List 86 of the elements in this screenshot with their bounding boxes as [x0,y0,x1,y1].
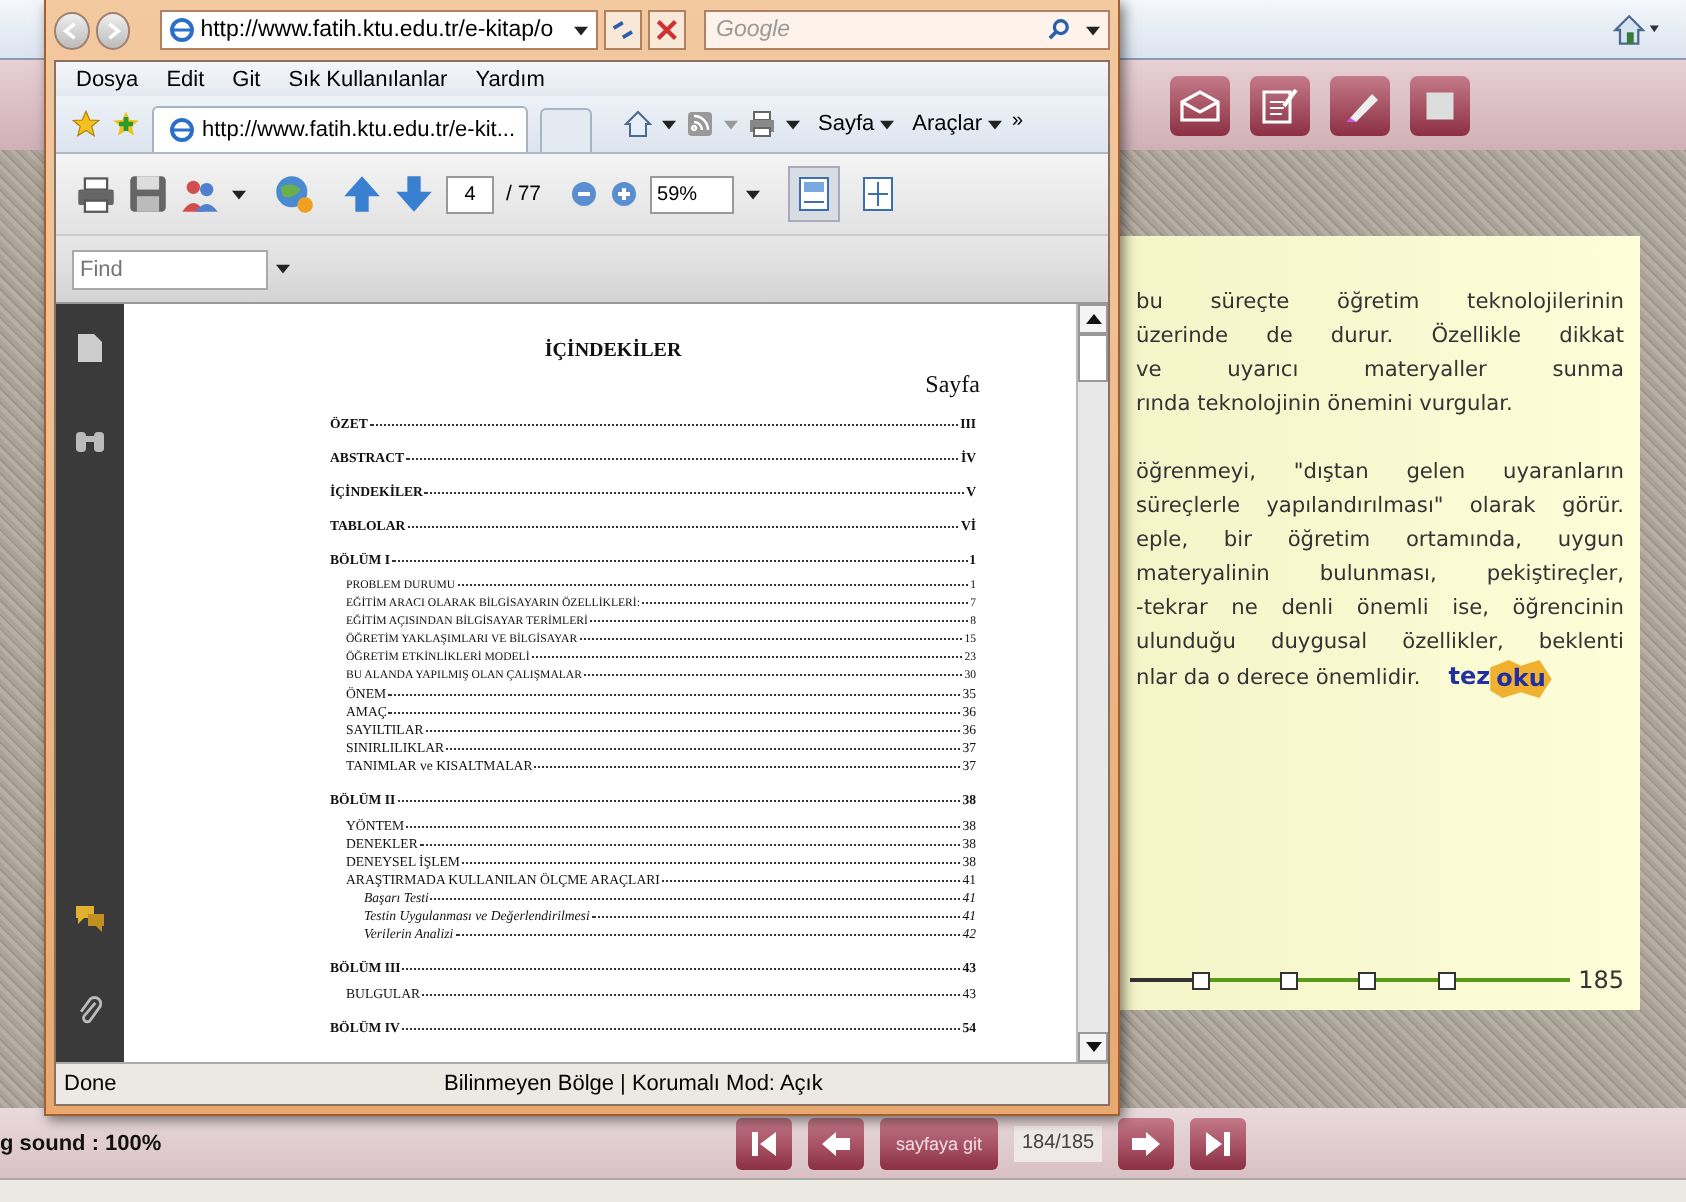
text-line: ve uyarıcı materyaller sunma [1136,356,1624,386]
fit-width-button[interactable] [787,166,840,222]
page-number-field[interactable]: 4 [446,175,494,213]
paperclip-icon[interactable] [74,994,106,1026]
first-page-icon [748,1127,780,1159]
save-icon[interactable] [128,174,168,214]
last-page-button[interactable] [1190,1117,1247,1169]
highlighter-button[interactable] [1330,75,1390,135]
note-icon [1260,87,1300,123]
page-icon[interactable] [74,332,106,364]
refresh-icon [610,16,637,44]
up-arrow-icon[interactable] [342,174,382,214]
scroll-up-icon[interactable] [1085,314,1101,324]
menu-item[interactable]: Yardım [475,67,545,91]
text-line: öğrenmeyi, "dıştan gelen uyaranların [1136,458,1624,488]
caret-icon[interactable] [1086,26,1100,36]
scrollbar[interactable] [1076,304,1108,1062]
home-icon[interactable] [1610,13,1662,45]
scroll-down-icon[interactable] [1085,1042,1101,1052]
menu-item[interactable]: Dosya [76,67,139,91]
command-menu[interactable]: Sayfa [818,112,895,136]
toc-title: İÇİNDEKİLER [542,340,684,362]
envelope-button[interactable] [1170,75,1230,135]
zoom-out-icon[interactable] [569,180,598,208]
note-button[interactable] [1250,75,1310,135]
caret-icon[interactable] [745,189,760,199]
caret-icon[interactable] [786,119,800,129]
command-menu[interactable]: Araçlar [912,112,1002,136]
text-line: süreçlerle yapılandırılması" olarak görür. [1136,492,1624,522]
sound-label: g sound : 100% [0,1132,162,1156]
zoom-field[interactable]: 59% [649,175,734,213]
page-count: / 77 [506,182,542,206]
stop-button[interactable] [648,10,686,50]
back-button[interactable] [54,11,90,49]
browser-tab[interactable]: http://www.fatih.ktu.edu.tr/e-kit... [152,106,528,152]
print-icon[interactable] [748,110,776,138]
go-to-page-button[interactable]: sayfaya git [880,1117,999,1169]
last-page-icon [1202,1127,1235,1159]
caret-icon[interactable] [276,264,290,274]
menu-item[interactable]: Sık Kullanılanlar [288,67,448,91]
next-page-button[interactable] [1118,1117,1175,1169]
first-page-button[interactable] [736,1117,792,1169]
fit-width-icon [797,176,830,212]
menu-item[interactable]: Git [232,67,261,91]
down-arrow-icon[interactable] [394,174,434,214]
caret-icon[interactable] [232,189,246,199]
page-field[interactable]: 184/185 [1014,1125,1103,1161]
envelope-icon [1180,87,1220,123]
add-favorite-icon[interactable] [112,110,140,138]
caret-icon [880,119,895,129]
search-field[interactable]: Google [704,10,1110,50]
security-zone-text: Bilinmeyen Bölge | Korumalı Mod: Açık [444,1072,823,1096]
find-field[interactable]: Find [72,249,268,289]
star-icon[interactable] [72,110,100,138]
zoom-in-icon[interactable] [609,180,638,208]
forward-button[interactable] [95,11,131,49]
arrow-left-icon [820,1127,852,1159]
feed-icon[interactable] [686,110,714,138]
text-line: üzerinde de durur. Özellikle dikkat [1136,320,1624,352]
comments-icon[interactable] [74,902,106,934]
more-button[interactable]: » [1011,110,1024,132]
text-line: -tekrar ne denli önemli ise, öğrencinin [1136,594,1624,624]
close-icon [654,16,680,44]
print-icon[interactable] [76,174,116,214]
text-line: bu süreçte öğretim teknolojilerinin [1136,288,1624,318]
caret-icon[interactable] [662,119,676,129]
address-field[interactable]: http://www.fatih.ktu.edu.tr/e-kitap/o [160,10,599,50]
page-number: 185 [1578,966,1624,994]
fit-page-icon [861,176,894,212]
menu-item[interactable]: Edit [166,67,205,91]
text-line: rında teknolojinin önemini vurgular. [1136,390,1513,420]
text-line: eple, bir öğretim ortamında, uygun [1136,526,1624,556]
refresh-button[interactable] [604,10,643,50]
text-line: nlar da o derece önemlidir. [1136,664,1421,694]
page-column-heading: Sayfa [923,370,980,400]
arrow-right-icon [1130,1127,1163,1159]
square-button[interactable] [1410,75,1470,135]
status-text: Done [64,1072,119,1096]
home-icon[interactable] [624,110,652,138]
text-line: ulunduğu duygusal özellikler, beklenti [1136,628,1624,658]
search-icon[interactable] [1048,18,1070,40]
previous-page-button[interactable] [808,1117,864,1169]
caret-icon[interactable] [574,25,589,35]
scrollbar-thumb[interactable] [1078,334,1108,382]
caret-icon [987,119,1002,129]
text-line: materyalinin bulunması, pekiştireçler, [1136,560,1624,590]
